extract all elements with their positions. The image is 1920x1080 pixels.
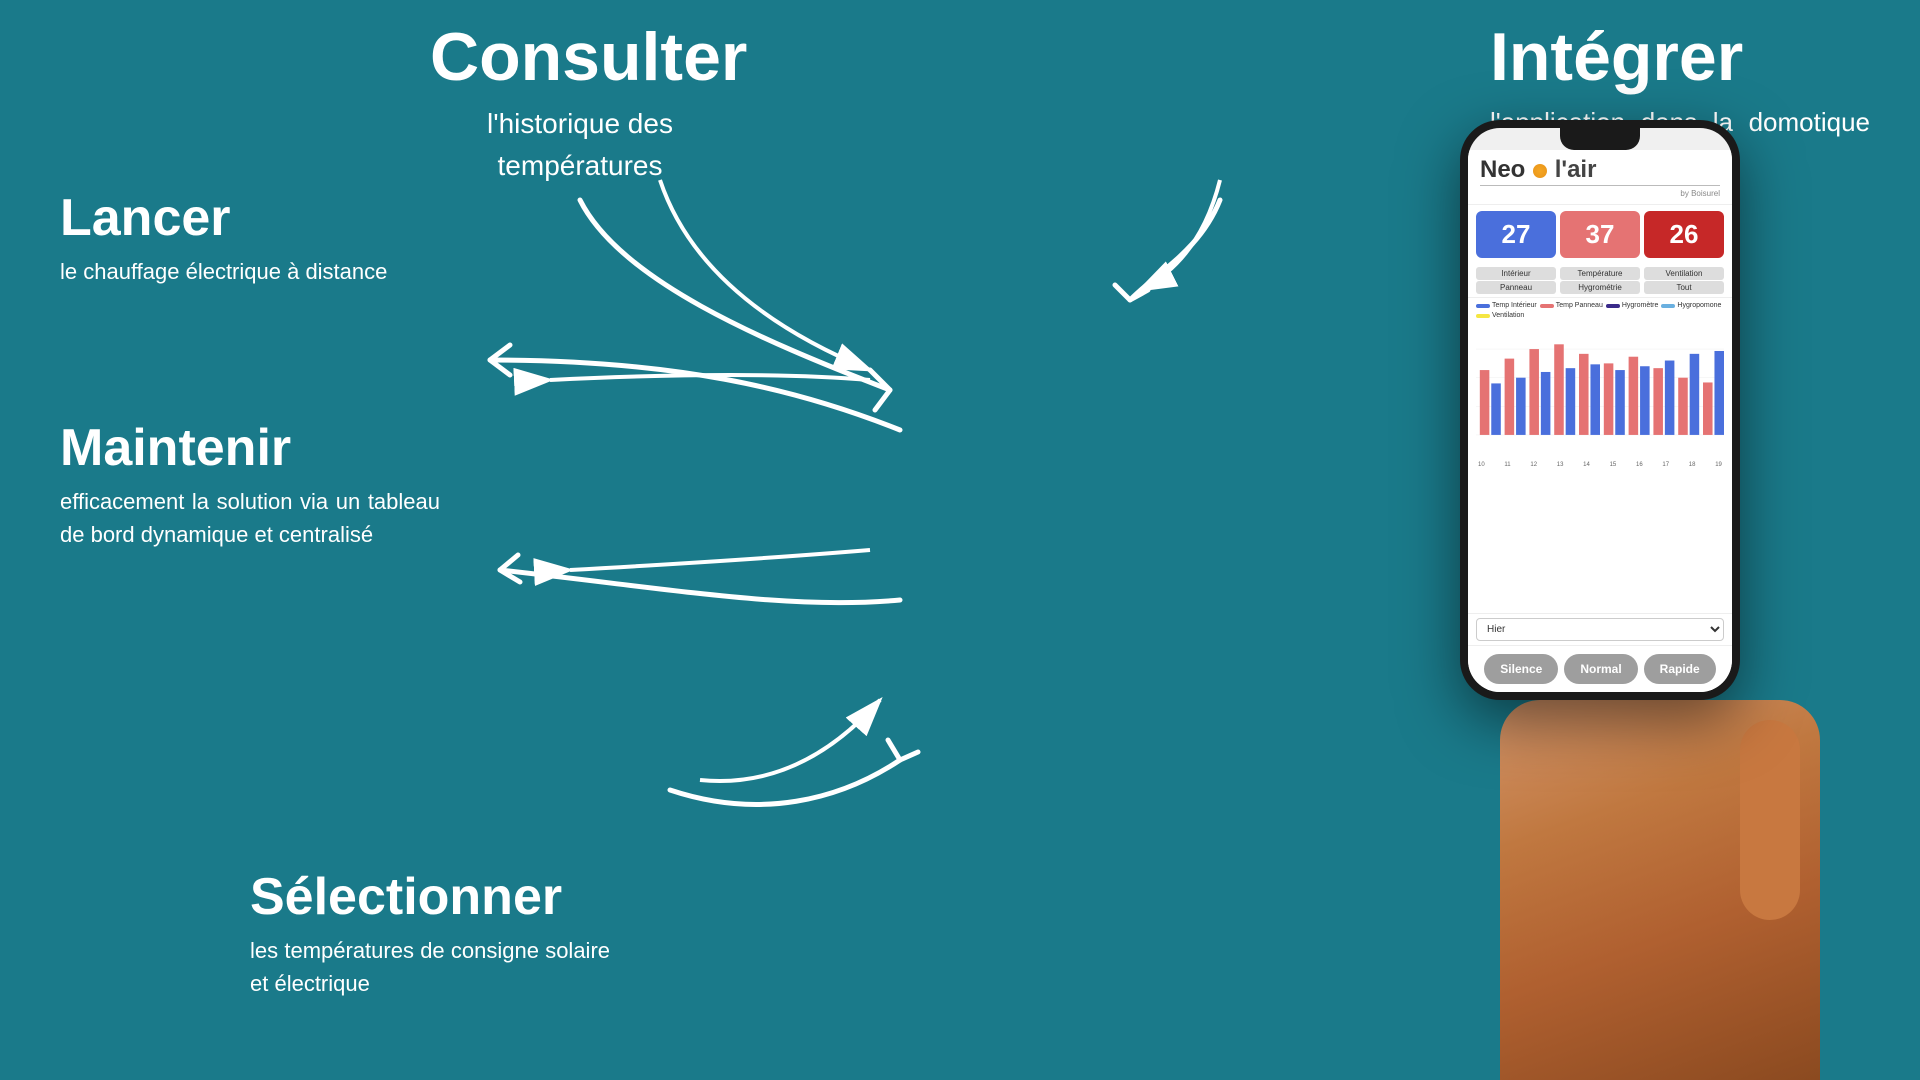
label-hygrometrie: Hygrométrie [1560, 281, 1640, 294]
stat-boxes: 27 37 26 [1468, 205, 1732, 264]
silence-button[interactable]: Silence [1484, 654, 1558, 684]
x-label-13: 13 [1557, 462, 1564, 468]
x-label-18: 18 [1689, 462, 1696, 468]
app-name-neo: Neo [1480, 156, 1525, 183]
phone-screen: Neo l'air by Boisurel 27 37 26 Intérieur [1468, 128, 1732, 692]
x-label-16: 16 [1636, 462, 1643, 468]
bar-red-6 [1604, 363, 1614, 435]
bar-blue-3 [1541, 372, 1551, 435]
chart-dropdown: Hier Aujourd'hui Semaine [1468, 613, 1732, 645]
bar-blue-10 [1714, 351, 1724, 435]
bar-red-4 [1554, 344, 1564, 435]
legend-hygropomone: Hygropomone [1661, 302, 1721, 309]
lancer-desc: le chauffage électrique à distance [60, 255, 387, 288]
legend-dot-ventilation [1476, 314, 1490, 318]
selectionner-title: Sélectionner [250, 869, 610, 926]
label-tout: Tout [1644, 281, 1724, 294]
label-panneau: Panneau [1476, 281, 1556, 294]
stat-box-interior: 27 [1476, 211, 1556, 258]
app-name-sol: l'air [1555, 156, 1597, 183]
bar-blue-9 [1690, 354, 1700, 435]
chart-legend: Temp Intérieur Temp Panneau Hygromètre H… [1468, 297, 1732, 323]
legend-ventilation: Ventilation [1476, 312, 1524, 319]
bar-blue-5 [1590, 364, 1600, 435]
feature-consulter: Consulter l'historique des températures [430, 20, 747, 187]
app-header: Neo l'air by Boisurel [1468, 150, 1732, 205]
legend-dot-hygro [1606, 304, 1620, 308]
bar-blue-7 [1640, 366, 1650, 435]
time-period-select[interactable]: Hier Aujourd'hui Semaine [1476, 618, 1724, 641]
x-label-17: 17 [1662, 462, 1669, 468]
stat-label-col-2: Température Hygrométrie [1560, 266, 1640, 295]
mode-buttons: Silence Normal Rapide [1468, 645, 1732, 692]
legend-label-ventilation: Ventilation [1492, 312, 1524, 319]
rapide-button[interactable]: Rapide [1644, 654, 1716, 684]
maintenir-title: Maintenir [60, 420, 440, 477]
stat-box-ventilation: 26 [1644, 211, 1724, 258]
bar-red-2 [1505, 359, 1515, 435]
label-ventilation: Ventilation [1644, 267, 1724, 280]
bar-blue-8 [1665, 361, 1675, 435]
legend-hygro: Hygromètre [1606, 302, 1659, 309]
lancer-title: Lancer [60, 190, 387, 247]
x-label-11: 11 [1504, 462, 1510, 468]
consulter-desc: l'historique des températures [430, 103, 730, 187]
bar-blue-6 [1615, 370, 1625, 435]
bar-red-10 [1703, 382, 1713, 434]
legend-temp-panneau: Temp Panneau [1540, 302, 1603, 309]
legend-dot-hygropomone [1661, 304, 1675, 308]
chart-svg [1476, 327, 1724, 457]
bar-red-9 [1678, 378, 1688, 435]
feature-maintenir: Maintenir efficacement la solution via u… [60, 420, 440, 551]
chart-x-labels: 10 11 12 13 14 15 16 17 18 19 [1476, 462, 1724, 468]
normal-button[interactable]: Normal [1564, 654, 1637, 684]
bar-blue-4 [1566, 368, 1576, 435]
chart-area: 10 11 12 13 14 15 16 17 18 19 [1468, 323, 1732, 613]
bar-red-3 [1529, 349, 1539, 435]
legend-dot-panneau [1540, 304, 1554, 308]
feature-selectionner: Sélectionner les températures de consign… [250, 869, 610, 1000]
x-label-15: 15 [1610, 462, 1617, 468]
stat-box-temp: 37 [1560, 211, 1640, 258]
selectionner-desc: les températures de consigne solaire et … [250, 934, 610, 1000]
hand-illustration [1500, 700, 1820, 1080]
legend-dot-interieur [1476, 304, 1490, 308]
bar-blue-2 [1516, 378, 1526, 435]
sun-icon [1533, 164, 1547, 178]
label-temperature: Température [1560, 267, 1640, 280]
bar-red-7 [1629, 357, 1639, 435]
x-label-10: 10 [1478, 462, 1485, 468]
bar-red-5 [1579, 354, 1589, 435]
feature-lancer: Lancer le chauffage électrique à distanc… [60, 190, 387, 288]
app-subtitle: by Boisurel [1480, 189, 1720, 198]
stat-label-col-3: Ventilation Tout [1644, 266, 1724, 295]
stat-label-col-1: Intérieur Panneau [1476, 266, 1556, 295]
phone-mockup: Neo l'air by Boisurel 27 37 26 Intérieur [1460, 120, 1740, 700]
bar-blue-1 [1491, 383, 1501, 435]
maintenir-desc: efficacement la solution via un tableau … [60, 485, 440, 551]
x-label-19: 19 [1715, 462, 1722, 468]
bar-red-1 [1480, 370, 1490, 435]
finger-shape [1740, 720, 1800, 920]
phone-notch [1560, 128, 1640, 150]
phone-frame: Neo l'air by Boisurel 27 37 26 Intérieur [1460, 120, 1740, 700]
x-label-12: 12 [1530, 462, 1537, 468]
x-label-14: 14 [1583, 462, 1590, 468]
legend-label-hygro: Hygromètre [1622, 302, 1659, 309]
legend-label-interieur: Temp Intérieur [1492, 302, 1537, 309]
label-interieur: Intérieur [1476, 267, 1556, 280]
consulter-title: Consulter [430, 20, 747, 95]
legend-temp-interieur: Temp Intérieur [1476, 302, 1537, 309]
legend-label-hygropomone: Hygropomone [1677, 302, 1721, 309]
bar-red-8 [1653, 368, 1663, 435]
integrer-title: Intégrer [1490, 20, 1870, 95]
stat-labels: Intérieur Panneau Température Hygrométri… [1468, 264, 1732, 297]
legend-label-panneau: Temp Panneau [1556, 302, 1603, 309]
